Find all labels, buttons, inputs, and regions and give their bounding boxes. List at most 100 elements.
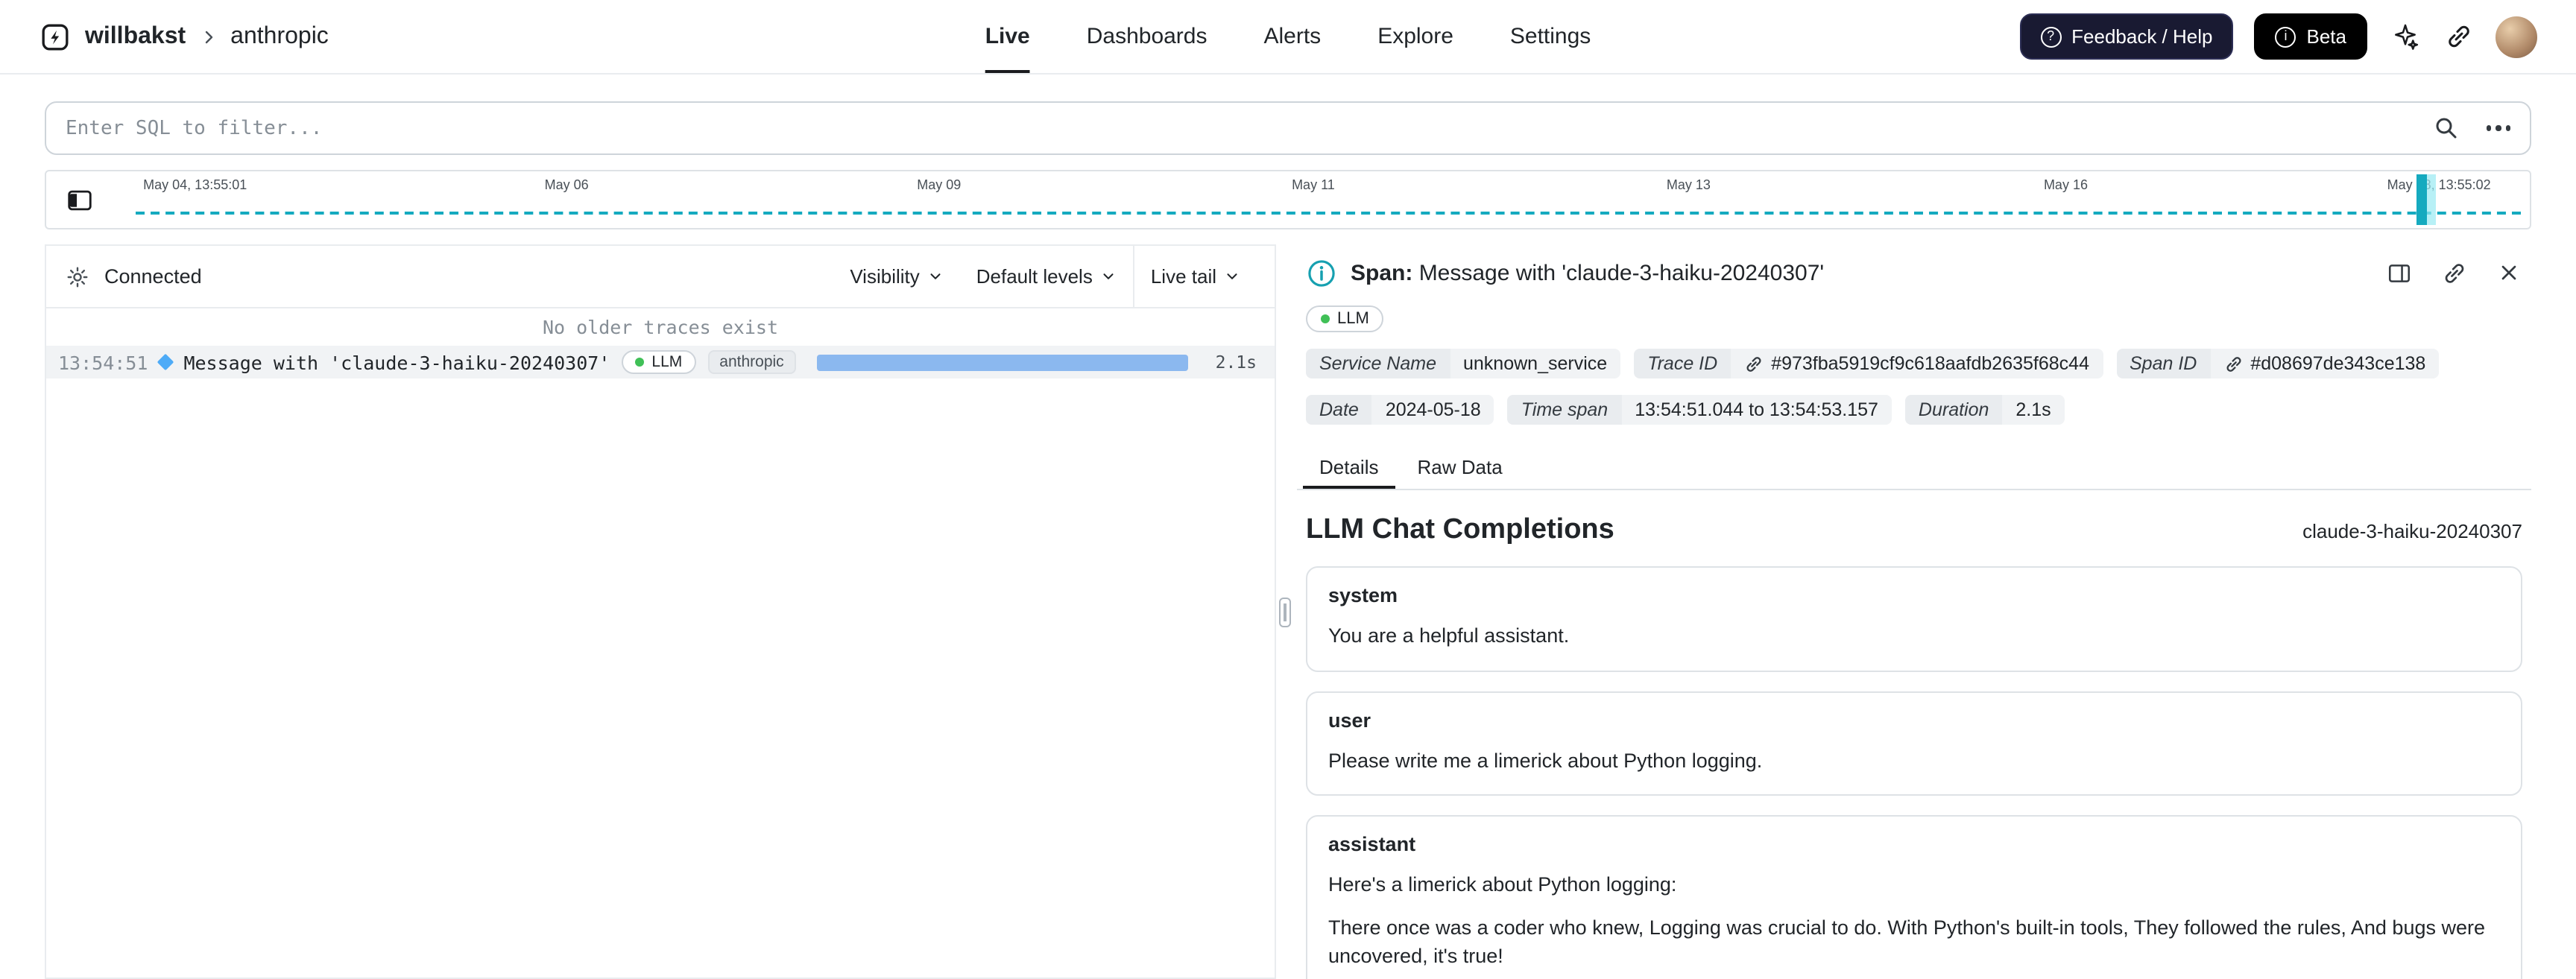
span-tabs: Details Raw Data [1297, 446, 2531, 490]
service-name-value: unknown_service [1450, 349, 1621, 378]
span-id-label: Span ID [2116, 349, 2211, 378]
breadcrumb-project[interactable]: anthropic [230, 23, 329, 50]
breadcrumb-org[interactable]: willbakst [85, 23, 186, 50]
duration-bar [816, 354, 1189, 370]
time-span-label: Time span [1507, 395, 1622, 425]
copy-link-icon[interactable] [2442, 20, 2475, 53]
date-label: Date [1306, 395, 1372, 425]
panel-resize-handle[interactable] [1279, 597, 1291, 627]
link-icon [2226, 356, 2241, 371]
chevron-down-icon [930, 273, 941, 279]
span-header-actions [2382, 256, 2525, 289]
feedback-help-button[interactable]: ? Feedback / Help [2019, 13, 2234, 60]
timeline-tick: May 11 [1292, 177, 1335, 192]
nav-live[interactable]: Live [985, 0, 1030, 73]
main-nav: Live Dashboards Alerts Explore Settings [985, 0, 1591, 73]
panel-gutter [1276, 244, 1294, 979]
date-pill: Date 2024-05-18 [1306, 395, 1494, 425]
main-content: Connected Visibility Default levels Live… [45, 244, 2531, 979]
llm-section-header: LLM Chat Completions claude-3-haiku-2024… [1306, 514, 2522, 547]
duration-pill: Duration 2.1s [1904, 395, 2065, 425]
trace-duration: 2.1s [1215, 352, 1257, 373]
assistant-paragraph: Here's a limerick about Python logging: [1328, 873, 1677, 896]
service-name-pill: Service Name unknown_service [1306, 349, 1621, 378]
traces-panel-controls: Visibility Default levels Live tail [833, 246, 1257, 307]
tab-raw-data[interactable]: Raw Data [1401, 446, 1519, 489]
settings-gear-icon[interactable] [64, 263, 91, 290]
trace-id-value: #973fba5919cf9c618aafdb2635f68c44 [1771, 353, 2089, 374]
trace-message: Message with 'claude-3-haiku-20240307' [183, 351, 610, 373]
source-badge: anthropic [707, 350, 796, 374]
span-diamond-icon [157, 353, 174, 371]
time-range-histogram: May 04, 13:55:01 May 06 May 09 May 11 Ma… [45, 170, 2531, 229]
visibility-dropdown[interactable]: Visibility [833, 265, 959, 288]
default-levels-label: Default levels [976, 265, 1093, 288]
info-icon: i [2275, 26, 2296, 47]
span-meta-row-1: Service Name unknown_service Trace ID #9… [1306, 349, 2531, 378]
close-icon[interactable] [2493, 256, 2525, 289]
tab-details[interactable]: Details [1303, 446, 1395, 489]
traces-panel: Connected Visibility Default levels Live… [45, 244, 1276, 979]
message-role: system [1328, 584, 1398, 606]
beta-button[interactable]: i Beta [2254, 13, 2367, 60]
header-actions: ? Feedback / Help i Beta [2019, 13, 2537, 60]
trace-timestamp: 13:54:51 [58, 351, 148, 373]
timeline-selection[interactable] [2416, 174, 2436, 225]
span-title: Span: Message with 'claude-3-haiku-20240… [1351, 260, 1824, 285]
trace-id-label: Trace ID [1634, 349, 1731, 378]
app-root: willbakst anthropic Live Dashboards Aler… [0, 0, 2576, 979]
nav-settings[interactable]: Settings [1510, 0, 1591, 73]
time-span-pill: Time span 13:54:51.044 to 13:54:53.157 [1507, 395, 1892, 425]
span-info-icon [1308, 259, 1335, 286]
live-tail-label: Live tail [1150, 265, 1216, 288]
span-header: Span: Message with 'claude-3-haiku-20240… [1297, 250, 2531, 289]
theme-toggle-icon[interactable] [2388, 20, 2421, 53]
more-options-icon[interactable] [2486, 125, 2510, 131]
span-id-pill[interactable]: Span ID #d08697de343ce138 [2116, 349, 2440, 378]
breadcrumb-chevron-icon [199, 28, 217, 45]
message-card-user: user Please write me a limerick about Py… [1306, 691, 2522, 796]
nav-explore[interactable]: Explore [1377, 0, 1453, 73]
trace-row[interactable]: 13:54:51 Message with 'claude-3-haiku-20… [46, 346, 1275, 378]
nav-dashboards[interactable]: Dashboards [1087, 0, 1208, 73]
expand-panel-icon[interactable] [2382, 256, 2415, 289]
message-card-system: system You are a helpful assistant. [1306, 566, 2522, 672]
section-title: LLM Chat Completions [1306, 514, 1614, 545]
duration-value: 2.1s [2002, 395, 2065, 425]
span-title-label: Span: [1351, 260, 1413, 285]
timeline-baseline [136, 212, 2521, 215]
timeline-tick: May 13 [1666, 177, 1711, 192]
llm-type-badge: LLM [1306, 305, 1384, 332]
trace-id-pill[interactable]: Trace ID #973fba5919cf9c618aafdb2635f68c… [1634, 349, 2103, 378]
default-levels-dropdown[interactable]: Default levels [960, 265, 1133, 288]
chevron-down-icon [1103, 273, 1114, 279]
share-link-icon[interactable] [2437, 256, 2470, 289]
traces-panel-header: Connected Visibility Default levels Live… [46, 246, 1275, 308]
time-span-value: 13:54:51.044 to 13:54:53.157 [1621, 395, 1892, 425]
feedback-help-label: Feedback / Help [2071, 25, 2213, 48]
user-avatar[interactable] [2496, 16, 2537, 57]
green-dot-icon [1321, 314, 1330, 323]
duration-label: Duration [1904, 395, 2003, 425]
nav-alerts[interactable]: Alerts [1264, 0, 1322, 73]
span-type-badges: LLM [1306, 304, 2531, 332]
timeline-tick: May 06 [544, 177, 589, 192]
timeline-tick: May 16 [2043, 177, 2088, 192]
live-tail-dropdown[interactable]: Live tail [1134, 265, 1257, 288]
beta-label: Beta [2306, 25, 2347, 48]
logo-icon[interactable] [39, 20, 72, 53]
llm-badge: LLM [622, 350, 696, 374]
timeline-tick: May 04, 13:55:01 [143, 177, 247, 192]
sql-filter-bar [45, 101, 2531, 155]
model-name: claude-3-haiku-20240307 [2302, 520, 2522, 542]
sidebar-toggle-icon[interactable] [46, 171, 112, 228]
assistant-paragraph: There once was a coder who knew, Logging… [1328, 916, 2485, 968]
timeline-track[interactable]: May 04, 13:55:01 May 06 May 09 May 11 Ma… [112, 171, 2530, 228]
span-meta-row-2: Date 2024-05-18 Time span 13:54:51.044 t… [1306, 395, 2531, 425]
sql-filter-input[interactable] [66, 117, 2405, 139]
search-icon[interactable] [2429, 112, 2462, 145]
visibility-label: Visibility [850, 265, 920, 288]
span-title-text: Message with 'claude-3-haiku-20240307' [1418, 260, 1825, 285]
message-role: user [1328, 709, 1371, 732]
service-name-label: Service Name [1306, 349, 1450, 378]
